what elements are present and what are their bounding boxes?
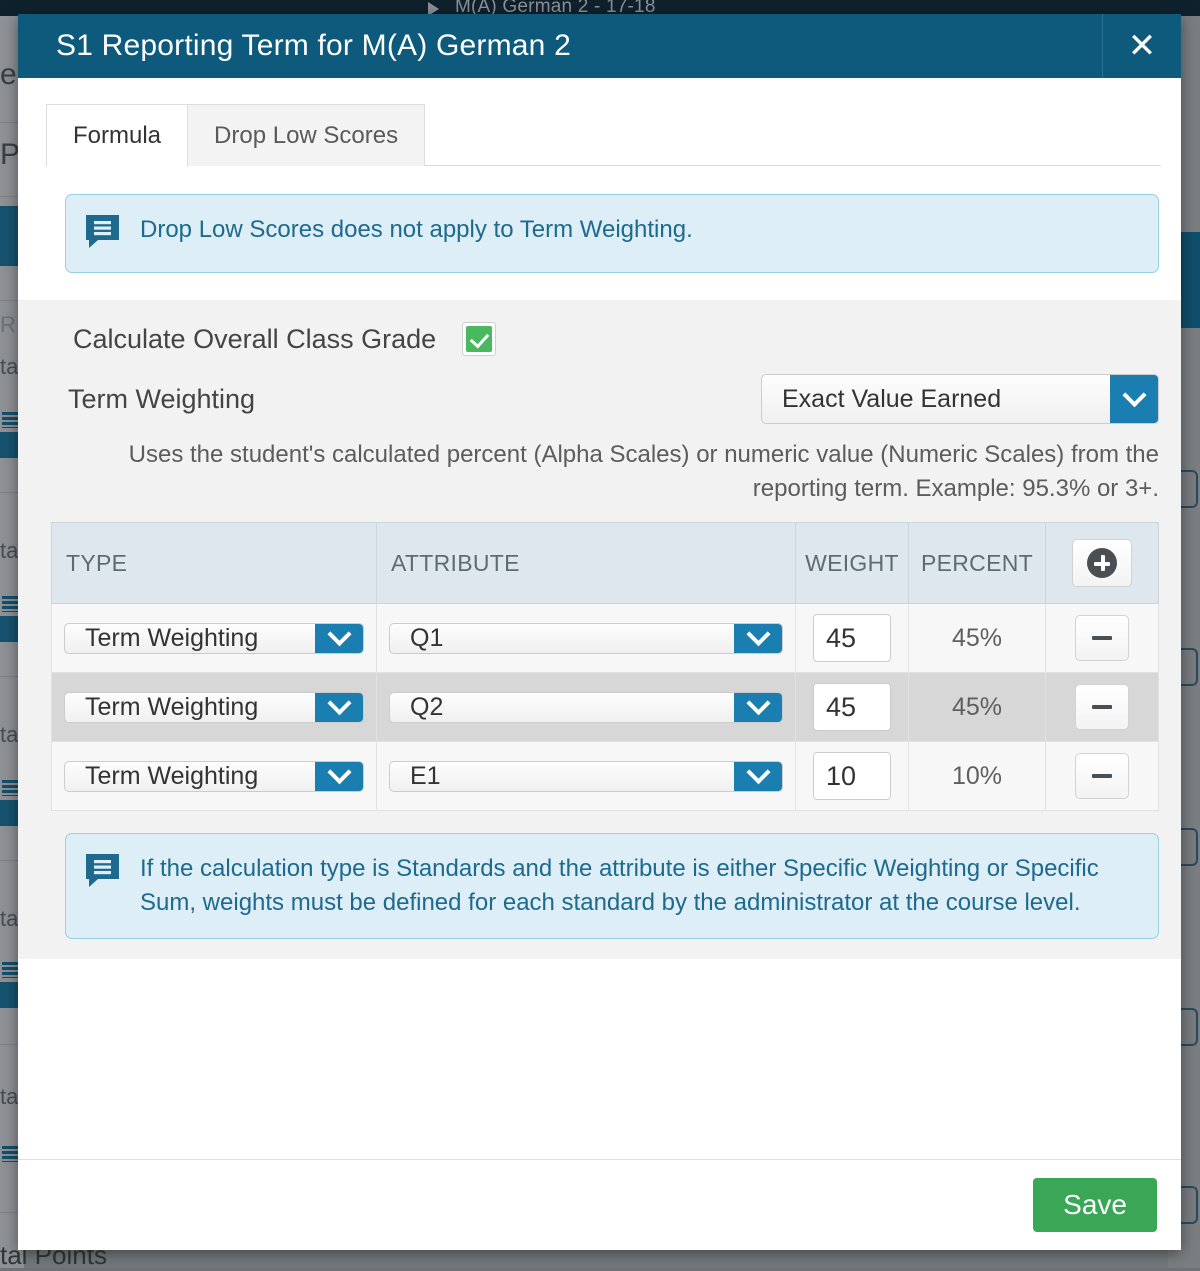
backdrop-text-fragment: R [0,314,16,336]
cell-attribute: Q1 [377,604,796,673]
comment-bubble-icon [84,213,121,254]
minus-icon [1092,705,1112,709]
row-attribute-select-value: Q1 [390,624,734,653]
calculate-overall-row: Calculate Overall Class Grade [18,300,1181,368]
modal-title: S1 Reporting Term for M(A) German 2 [18,29,1102,63]
tab-drop-low-scores[interactable]: Drop Low Scores [188,104,425,166]
chevron-down-icon [315,762,363,791]
row-attribute-select-value: E1 [390,762,734,791]
cell-remove [1046,673,1159,742]
cell-weight [796,604,909,673]
top-info-banner: Drop Low Scores does not apply to Term W… [65,194,1159,273]
chevron-down-icon [315,624,363,653]
backdrop-text-fragment: ta [0,540,18,562]
bottom-info-banner-text: If the calculation type is Standards and… [140,850,1140,920]
modal-header: S1 Reporting Term for M(A) German 2 ✕ [18,14,1181,78]
chevron-down-icon [315,693,363,722]
row-type-select[interactable]: Term Weighting [64,761,364,792]
column-header-weight: WEIGHT [796,523,909,604]
top-info-banner-text: Drop Low Scores does not apply to Term W… [140,211,693,247]
tab-formula[interactable]: Formula [46,104,188,167]
add-row-button[interactable] [1072,539,1132,587]
backdrop-text-fragment: ta [0,356,18,378]
formula-panel: Calculate Overall Class Grade Term Weigh… [18,300,1181,959]
cell-attribute: Q2 [377,673,796,742]
cell-percent: 45% [909,604,1046,673]
cell-weight [796,742,909,811]
cell-percent: 10% [909,742,1046,811]
bottom-info-banner: If the calculation type is Standards and… [65,833,1159,939]
row-weight-input[interactable] [813,683,891,731]
chevron-down-icon [1110,375,1158,423]
term-weighting-label: Term Weighting [68,384,761,415]
backdrop-text-fragment: ta [0,908,18,930]
cell-weight [796,673,909,742]
row-type-select[interactable]: Term Weighting [64,692,364,723]
backdrop-text-fragment: P [0,140,20,170]
cell-type: Term Weighting [52,673,377,742]
term-weighting-row: Term Weighting Exact Value Earned [18,368,1181,424]
cell-type: Term Weighting [52,742,377,811]
chevron-down-icon [734,693,782,722]
backdrop-text-fragment: ta [0,1086,18,1108]
term-weighting-description: Uses the student's calculated percent (A… [18,424,1181,506]
remove-row-button[interactable] [1075,615,1129,661]
minus-icon [1092,636,1112,640]
row-type-select-value: Term Weighting [65,624,315,653]
modal-footer: Save [18,1159,1181,1250]
row-attribute-select-value: Q2 [390,693,734,722]
backdrop-text-fragment: e [0,60,17,90]
table-row: Term Weighting Q2 [52,673,1159,742]
calculate-overall-checkbox[interactable] [462,322,496,356]
row-weight-input[interactable] [813,752,891,800]
chevron-down-icon [734,762,782,791]
cell-remove [1046,604,1159,673]
table-header-row: TYPE ATTRIBUTE WEIGHT PERCENT [52,523,1159,604]
minus-icon [1092,774,1112,778]
column-header-type: TYPE [52,523,377,604]
cell-type: Term Weighting [52,604,377,673]
row-type-select-value: Term Weighting [65,693,315,722]
checkmark-icon [466,326,492,352]
row-type-select[interactable]: Term Weighting [64,623,364,654]
table-row: Term Weighting E1 [52,742,1159,811]
weighting-table: TYPE ATTRIBUTE WEIGHT PERCENT Term Weig [51,522,1159,811]
column-header-add [1046,523,1159,604]
row-attribute-select[interactable]: Q1 [389,623,783,654]
calculate-overall-label: Calculate Overall Class Grade [73,324,436,355]
tab-strip: Formula Drop Low Scores [18,78,1181,166]
table-row: Term Weighting Q1 [52,604,1159,673]
modal-body: Formula Drop Low Scores Drop Low Scores … [18,78,1181,1159]
remove-row-button[interactable] [1075,753,1129,799]
row-weight-input[interactable] [813,614,891,662]
cell-attribute: E1 [377,742,796,811]
cell-percent: 45% [909,673,1046,742]
row-type-select-value: Term Weighting [65,762,315,791]
backdrop-text-fragment: ta [0,724,18,746]
term-weighting-select[interactable]: Exact Value Earned [761,374,1159,424]
row-attribute-select[interactable]: Q2 [389,692,783,723]
column-header-percent: PERCENT [909,523,1046,604]
term-weighting-select-value: Exact Value Earned [762,375,1110,423]
remove-row-button[interactable] [1075,684,1129,730]
row-attribute-select[interactable]: E1 [389,761,783,792]
comment-bubble-icon [84,852,121,893]
chevron-down-icon [734,624,782,653]
save-button[interactable]: Save [1033,1178,1157,1232]
plus-circle-icon [1087,548,1117,578]
column-header-attribute: ATTRIBUTE [377,523,796,604]
reporting-term-modal: S1 Reporting Term for M(A) German 2 ✕ Fo… [18,14,1181,1250]
cell-remove [1046,742,1159,811]
close-icon[interactable]: ✕ [1102,14,1181,78]
